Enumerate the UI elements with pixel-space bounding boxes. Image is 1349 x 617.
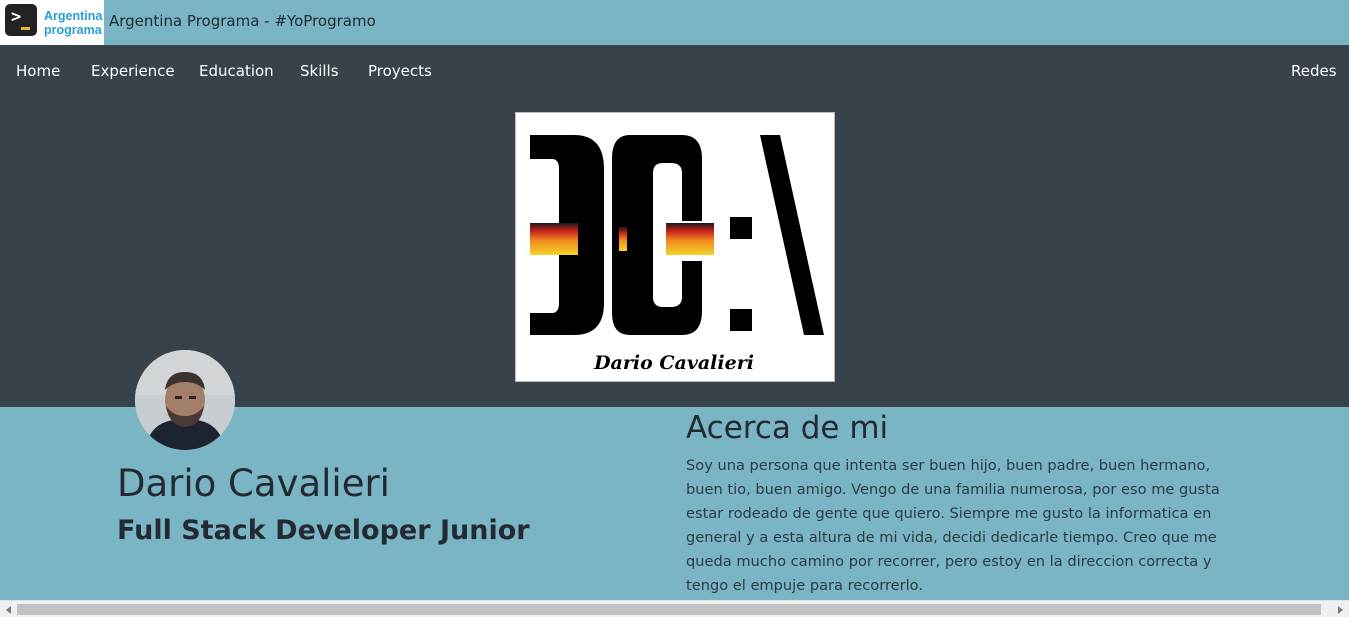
scroll-left-icon[interactable] xyxy=(3,604,15,616)
logo-wordmark: Argentina programa xyxy=(44,9,102,37)
profile-avatar xyxy=(135,350,235,450)
nav-home[interactable]: Home xyxy=(16,62,60,80)
terminal-icon: > xyxy=(5,4,37,36)
nav-skills[interactable]: Skills xyxy=(300,62,339,80)
nav-education[interactable]: Education xyxy=(199,62,274,80)
banner-logo-image: Dario Cavalieri xyxy=(515,112,835,382)
argentina-programa-logo[interactable]: > Argentina programa xyxy=(0,0,104,45)
horizontal-scrollbar[interactable] xyxy=(0,600,1349,617)
nav-experience[interactable]: Experience xyxy=(91,62,175,80)
dc-logo-graphic: Dario Cavalieri xyxy=(530,135,824,374)
scrollbar-thumb[interactable] xyxy=(17,604,1321,615)
page-title: Argentina Programa - #YoProgramo xyxy=(109,12,376,30)
about-text: Soy una persona que intenta ser buen hij… xyxy=(686,457,1220,594)
scroll-right-icon[interactable] xyxy=(1334,604,1346,616)
banner-signature: Dario Cavalieri xyxy=(593,352,754,374)
nav-redes[interactable]: Redes xyxy=(1291,62,1337,80)
nav-proyects[interactable]: Proyects xyxy=(368,62,432,80)
main-navbar: Home Experience Education Skills Proyect… xyxy=(0,45,1349,100)
about-title: Acerca de mi xyxy=(686,410,889,446)
profile-name: Dario Cavalieri xyxy=(117,462,390,505)
person-photo-icon xyxy=(135,350,235,450)
profile-role: Full Stack Developer Junior xyxy=(117,515,530,546)
logo-line-1: Argentina xyxy=(44,9,103,23)
logo-line-2: programa xyxy=(44,23,102,37)
app-header: > Argentina programa Argentina Programa … xyxy=(0,0,1349,45)
